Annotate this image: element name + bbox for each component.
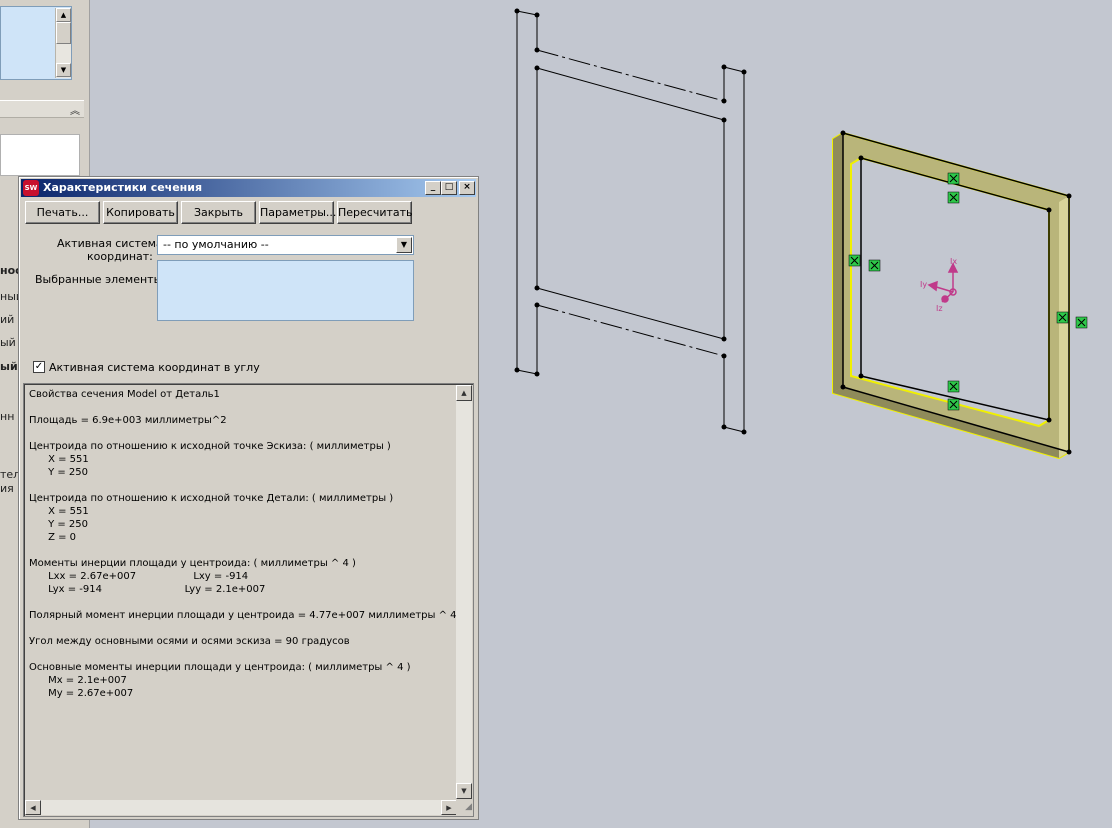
result-line: Центроида по отношению к исходной точке … [29, 493, 394, 504]
axis-label-ix: Ix [950, 257, 957, 266]
minimize-button[interactable]: _ [425, 181, 441, 195]
result-line: My = 2.67e+007 [29, 688, 134, 699]
result-line: Y = 250 [29, 519, 89, 530]
result-line: Основные моменты инерции площади у центр… [29, 662, 411, 673]
vertical-scrollbar[interactable]: ▲ ▼ [456, 385, 472, 799]
selected-items-box[interactable] [157, 260, 414, 321]
coord-system-value: -- по умолчанию -- [163, 238, 269, 251]
relation-marker-icon [848, 254, 861, 267]
relation-marker-icon [947, 398, 960, 411]
result-line [29, 544, 454, 557]
options-button[interactable]: Параметры... [259, 201, 336, 224]
coord-system-label-line2: координат: [87, 250, 153, 263]
selected-items-label: Выбранные элементы: [35, 273, 166, 286]
coord-system-select[interactable]: -- по умолчанию -- ▼ [157, 235, 414, 255]
relation-marker-icon [1056, 311, 1069, 324]
recalculate-button[interactable]: Пересчитать [337, 201, 413, 224]
print-button[interactable]: Печать... [25, 201, 100, 224]
result-line: Y = 250 [29, 467, 89, 478]
dialog-title: Характеристики сечения [43, 181, 203, 194]
result-line: Свойства сечения Model от Деталь1 [29, 389, 220, 400]
scroll-right-arrow-icon[interactable]: ▶ [441, 800, 457, 815]
result-line: Z = 0 [29, 532, 77, 543]
result-line [29, 479, 454, 492]
relation-marker-icon [947, 191, 960, 204]
copy-button[interactable]: Копировать [103, 201, 178, 224]
horizontal-scrollbar[interactable]: ◀ ▶ [25, 800, 457, 815]
result-line: Центроида по отношению к исходной точке … [29, 441, 391, 452]
result-line [29, 427, 454, 440]
result-line: X = 551 [29, 454, 89, 465]
result-line: Полярный момент инерции площади у центро… [29, 610, 457, 621]
axis-label-iy: Iy [920, 280, 927, 289]
result-line: Lxx = 2.67e+007 Lxy = -914 [29, 571, 249, 582]
axis-label-iz: Iz [936, 304, 943, 313]
scroll-left-arrow-icon[interactable]: ◀ [25, 800, 41, 815]
chevron-down-icon[interactable]: ▼ [396, 237, 412, 253]
principal-axes-icon: Ix Iy Iz [920, 257, 959, 313]
section-properties-results[interactable]: Свойства сечения Model от Деталь1 Площадь… [23, 383, 474, 817]
result-line [29, 648, 454, 661]
result-line [29, 401, 454, 414]
section-properties-dialog: SW Характеристики сечения _ □ × Печать..… [18, 176, 479, 820]
result-line [29, 622, 454, 635]
corner-coord-checkbox-label: Активная система координат в углу [49, 361, 260, 374]
coord-system-label: Активная система [57, 237, 163, 250]
scroll-up-arrow-icon[interactable]: ▲ [456, 385, 472, 401]
relation-marker-icon [947, 172, 960, 185]
wireframe-sketch [516, 10, 745, 433]
result-line: X = 551 [29, 506, 89, 517]
result-line [29, 596, 454, 609]
solidworks-logo-icon: SW [23, 180, 39, 196]
close-button[interactable]: Закрыть [181, 201, 256, 224]
close-window-button[interactable]: × [459, 181, 475, 195]
resize-grip-icon[interactable]: ◢ [456, 800, 472, 815]
relation-marker-icon [1075, 316, 1088, 329]
dialog-titlebar[interactable]: SW Характеристики сечения _ □ × [21, 179, 476, 197]
result-line: Lyx = -914 Lyy = 2.1e+007 [29, 584, 266, 595]
result-line: Mx = 2.1e+007 [29, 675, 127, 686]
result-line: Угол между основными осями и осями эскиз… [29, 636, 350, 647]
results-text: Свойства сечения Model от Деталь1 Площадь… [29, 388, 457, 700]
wireframe-vertices [514, 8, 747, 435]
corner-coord-checkbox[interactable]: ✓ [33, 361, 45, 373]
maximize-button[interactable]: □ [441, 181, 457, 195]
relation-marker-icon [868, 259, 881, 272]
result-line: Моменты инерции площади у центроида: ( м… [29, 558, 356, 569]
relation-marker-icon [947, 380, 960, 393]
scroll-down-arrow-icon[interactable]: ▼ [456, 783, 472, 799]
result-line: Площадь = 6.9e+003 миллиметры^2 [29, 415, 227, 426]
